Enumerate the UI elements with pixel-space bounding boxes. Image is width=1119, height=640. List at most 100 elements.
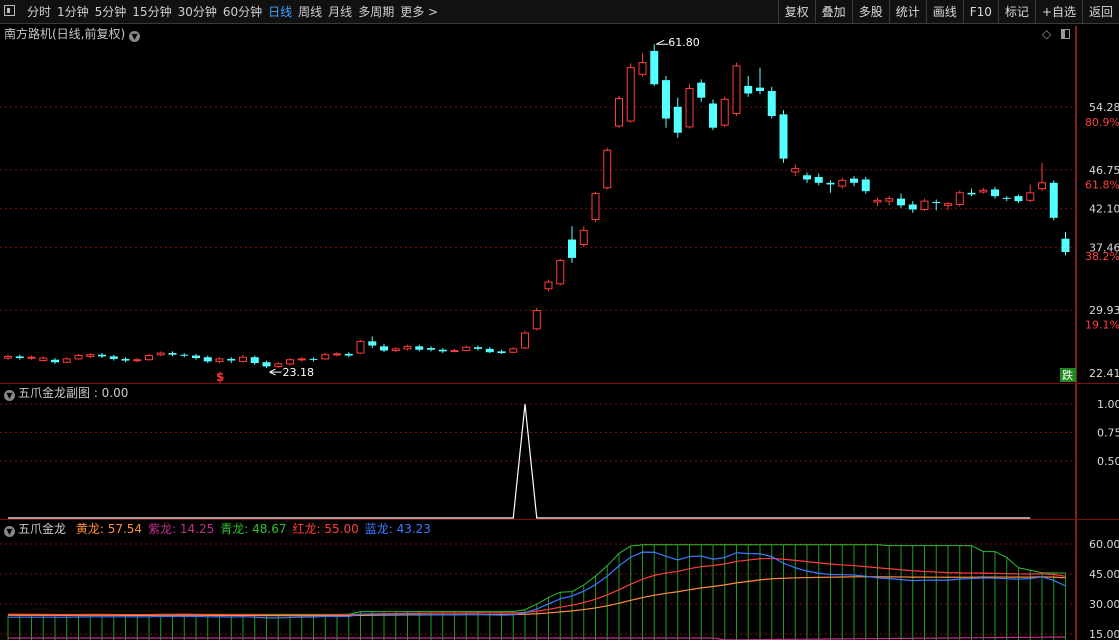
candle-79 <box>932 199 941 211</box>
candle-body <box>579 229 588 246</box>
candle-body <box>955 192 964 205</box>
candle-88 <box>1038 162 1046 192</box>
candle-23 <box>274 362 283 369</box>
candle-body <box>203 357 212 362</box>
candle-5 <box>62 357 71 364</box>
candle-body <box>967 192 976 195</box>
candle-body <box>685 87 694 128</box>
candle-53 <box>626 63 635 123</box>
candle-65 <box>767 86 776 119</box>
candle-body <box>568 239 576 258</box>
candle-body <box>615 97 623 127</box>
sub1-axis-label-0: 1.00 <box>1097 398 1119 411</box>
candle-28 <box>333 352 341 357</box>
candle-body <box>779 114 788 159</box>
candle-14 <box>168 351 177 357</box>
candle-2 <box>27 355 36 360</box>
sub1-title-text: 五爪金龙副图 : 0.00 <box>18 386 129 400</box>
candle-77 <box>908 201 917 213</box>
candle-body <box>309 358 318 360</box>
sub1-title[interactable]: ▼ 五爪金龙副图 : 0.00 <box>4 385 128 401</box>
candle-90 <box>1061 232 1070 256</box>
candle-0 <box>4 354 12 360</box>
candle-body <box>803 175 811 180</box>
price-label-0: 54.28 <box>1089 101 1119 114</box>
candle-body <box>380 346 388 351</box>
candle-34 <box>403 344 412 351</box>
candle-67 <box>791 164 800 177</box>
candle-body <box>1038 182 1046 190</box>
candle-body <box>991 189 999 197</box>
candle-body <box>662 80 670 119</box>
candle-84 <box>991 186 999 199</box>
candle-body <box>156 352 165 356</box>
candle-6 <box>74 353 83 360</box>
candle-body <box>109 356 118 359</box>
price-label-1: 46.75 <box>1089 164 1119 177</box>
candle-78 <box>920 198 929 212</box>
candle-body <box>192 355 200 359</box>
candle-64 <box>756 67 764 95</box>
candle-50 <box>591 191 600 223</box>
candle-body <box>333 353 341 356</box>
candle-18 <box>215 357 224 364</box>
stock-chart: 54.2846.7542.1037.4629.9322.4180.9%61.8%… <box>0 26 1119 640</box>
chevron-down-icon[interactable]: ▼ <box>129 31 141 42</box>
high-price-label: 61.80 <box>668 36 700 49</box>
candle-49 <box>579 226 588 248</box>
candle-body <box>427 348 435 350</box>
candle-body <box>133 359 142 362</box>
candle-52 <box>615 95 623 128</box>
candle-57 <box>673 97 682 138</box>
candle-48 <box>568 226 576 263</box>
candle-body <box>4 355 12 359</box>
candle-body <box>509 348 518 353</box>
candle-56 <box>662 75 670 128</box>
candle-body <box>521 332 529 349</box>
candle-43 <box>509 347 518 354</box>
candle-body <box>215 358 224 362</box>
candle-59 <box>697 79 706 102</box>
legend-item-3: 红龙: 55.00 <box>292 522 359 536</box>
candle-89 <box>1049 180 1058 221</box>
candle-body <box>850 178 858 183</box>
candle-45 <box>532 307 541 331</box>
sub2-axis-label-0: 60.00 <box>1089 538 1119 551</box>
chevron-down-icon[interactable]: ▼ <box>4 390 15 401</box>
candle-42 <box>497 349 506 354</box>
legend-item-4: 蓝龙: 43.23 <box>364 522 431 536</box>
panel-tools: ◇ <box>1042 26 1071 42</box>
candle-21 <box>250 355 259 365</box>
candle-8 <box>98 353 106 359</box>
main-panel-title[interactable]: 南方路机(日线,前复权) ▼ <box>4 26 143 42</box>
diamond-icon[interactable]: ◇ <box>1042 27 1051 41</box>
main-title-text: 南方路机(日线,前复权) <box>4 27 126 41</box>
candle-11 <box>133 358 142 363</box>
candle-46 <box>544 279 553 292</box>
chevron-down-icon[interactable]: ▼ <box>4 526 15 537</box>
candle-body <box>532 309 541 330</box>
candle-body <box>450 350 459 353</box>
candle-body <box>544 281 553 290</box>
candle-7 <box>86 353 95 359</box>
candle-35 <box>415 344 424 352</box>
sub2-title[interactable]: ▼ 五爪金龙 黄龙: 57.54 紫龙: 14.25 青龙: 48.67 红龙: 55.… <box>4 521 431 537</box>
pct-label-3: 19.1% <box>1085 319 1119 332</box>
candle-86 <box>1014 194 1023 203</box>
candle-body <box>168 353 177 355</box>
price-label-4: 29.93 <box>1089 304 1119 317</box>
candle-body <box>709 103 717 128</box>
candle-body <box>86 354 95 357</box>
candle-33 <box>391 347 400 353</box>
candle-85 <box>1002 196 1011 202</box>
candle-15 <box>180 353 189 358</box>
candle-body <box>262 362 271 367</box>
candle-body <box>297 358 306 361</box>
candle-63 <box>744 75 753 97</box>
candle-body <box>239 356 247 362</box>
candle-27 <box>321 353 330 360</box>
legend-item-1: 紫龙: 14.25 <box>148 522 215 536</box>
candle-body <box>321 354 330 360</box>
candle-16 <box>192 353 200 360</box>
maximize-icon[interactable] <box>1061 29 1071 39</box>
